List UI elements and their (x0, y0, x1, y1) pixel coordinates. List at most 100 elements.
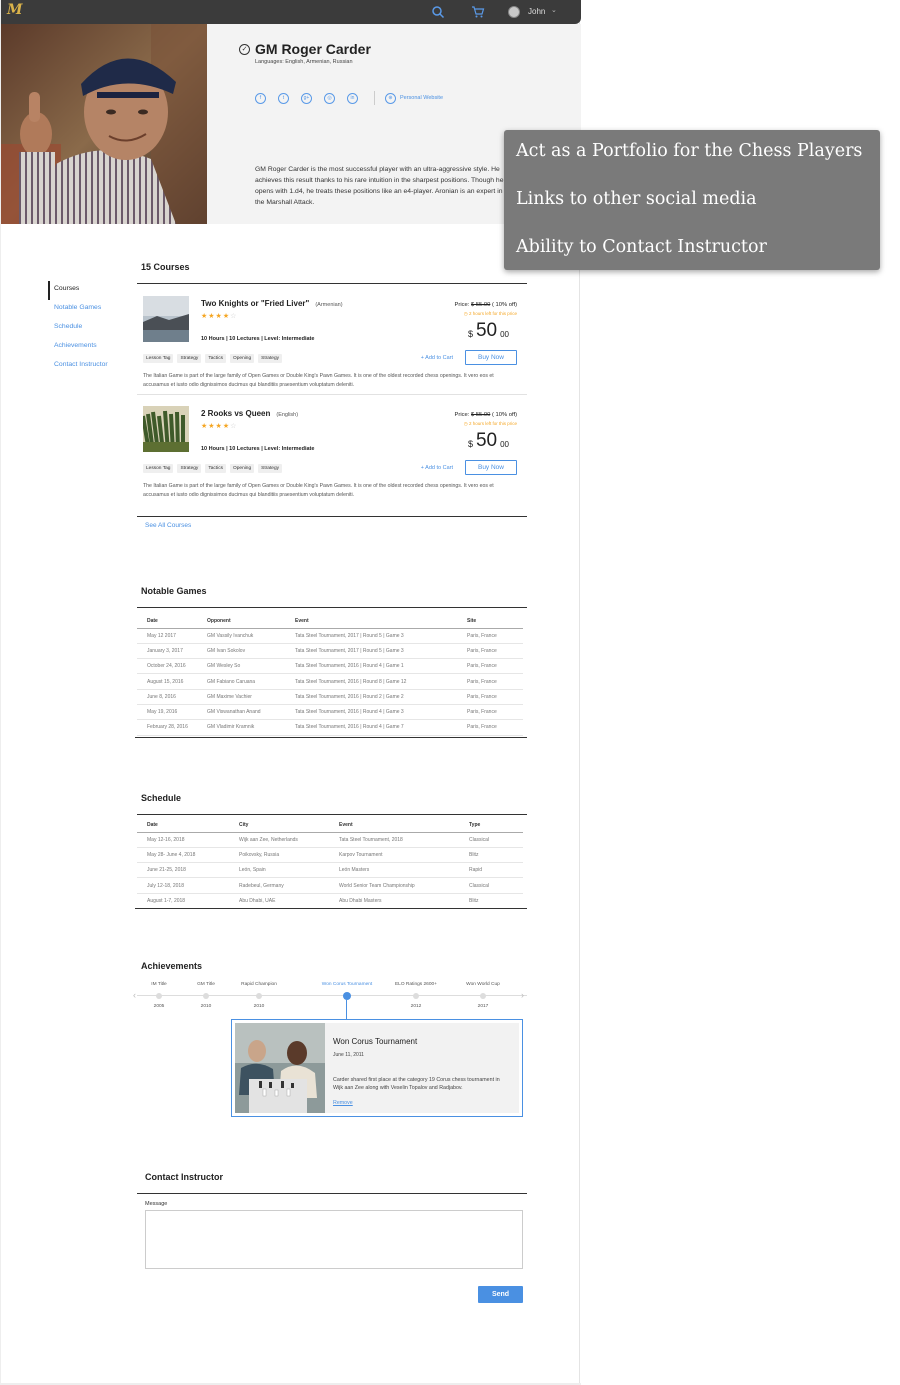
timeline-year: 2017 (477, 1004, 489, 1009)
buy-now-button[interactable]: Buy Now (465, 350, 517, 365)
instagram-icon[interactable]: ◎ (324, 92, 335, 104)
course-title[interactable]: Two Knights or "Fried Liver" (Armenian) (201, 299, 343, 308)
table-row: May 12 2017 GM Vassily Ivanchuk Tata Steel… (137, 628, 523, 644)
course-thumbnail[interactable] (143, 406, 189, 452)
google-plus-icon[interactable]: g+ (301, 92, 312, 104)
timeline-label: Rapid Champion (241, 982, 277, 987)
globe-icon[interactable]: ⊕ (385, 92, 396, 104)
facebook-icon[interactable]: f (255, 92, 266, 104)
timeline-item[interactable]: Won World Cup 2017 (448, 982, 518, 1009)
tag-chip[interactable]: Strategy (177, 464, 202, 473)
achievements-title: Achievements (141, 961, 203, 971)
column-header: Date (137, 818, 229, 833)
add-to-cart-link[interactable]: + Add to Cart (421, 355, 453, 361)
nav-courses[interactable]: Courses (48, 281, 108, 300)
achievement-photo (235, 1023, 325, 1113)
tag-chip[interactable]: Opening (230, 464, 255, 473)
table-row: February 28, 2016 GM Vladimir Kramnik Tata… (137, 719, 523, 736)
nav-schedule[interactable]: Schedule (48, 319, 108, 338)
table-cell: Paris, France (457, 719, 523, 736)
tag-chip[interactable]: Strategy (177, 354, 202, 363)
table-cell: August 1-7, 2018 (137, 893, 229, 909)
timeline-label: Won World Cup (466, 982, 500, 987)
brand-logo[interactable]: M (7, 2, 22, 18)
schedule-table: Date City Event Type May 12-16, 2018 Wijk… (137, 818, 523, 909)
timeline-dot[interactable] (256, 993, 262, 999)
tag-chip[interactable]: Strategy (258, 464, 283, 473)
see-all-courses-link[interactable]: See All Courses (145, 522, 191, 529)
timeline-dot[interactable] (480, 993, 486, 999)
star-rating: ★★★★☆ (201, 423, 238, 430)
timeline-dot[interactable] (413, 993, 419, 999)
callout-line: Act as a Portfolio for the Chess Players (516, 141, 863, 161)
user-name[interactable]: John (528, 7, 545, 16)
tag-chip[interactable]: Tactics (205, 464, 226, 473)
tag-chip[interactable]: Strategy (258, 354, 283, 363)
timeline-dot[interactable] (343, 992, 351, 1000)
message-input[interactable] (145, 1210, 523, 1269)
table-row: June 8, 2016 GM Maxime Vachier Tata Steel … (137, 689, 523, 705)
cart-icon[interactable] (471, 5, 485, 19)
social-divider (374, 91, 375, 105)
chevron-down-icon[interactable]: ⌄ (551, 6, 557, 14)
course-thumbnail[interactable] (143, 296, 189, 342)
table-cell: January 3, 2017 (137, 643, 197, 660)
table-header-row: Date Opponent Event Site (137, 614, 523, 629)
tag-chip[interactable]: Lesson Tag (143, 354, 174, 363)
search-icon[interactable] (431, 5, 445, 19)
table-cell: Paris, France (457, 673, 523, 690)
send-button[interactable]: Send (478, 1286, 523, 1303)
personal-website-link[interactable]: Personal Website (400, 95, 443, 101)
table-cell: GM Vladimir Kramnik (197, 719, 285, 736)
nav-contact-instructor[interactable]: Contact Instructor (48, 357, 108, 376)
timeline-next-icon[interactable]: › (521, 990, 524, 1000)
timeline-year: 2010 (253, 1004, 265, 1009)
tag-chip[interactable]: Lesson Tag (143, 464, 174, 473)
course-price: $50 00 (467, 430, 509, 451)
course-title[interactable]: 2 Rooks vs Queen (English) (201, 409, 298, 418)
message-label: Message (145, 1201, 168, 1207)
achievement-title: Won Corus Tournament (333, 1037, 418, 1046)
column-header: Site (457, 614, 523, 629)
twitter-icon[interactable]: t (278, 92, 289, 104)
nav-notable-games[interactable]: Notable Games (48, 300, 108, 319)
contact-title: Contact Instructor (145, 1172, 224, 1182)
table-cell: Paris, France (457, 658, 523, 675)
table-cell: Tata Steel Tournament, 2017 | Round 5 | … (285, 643, 457, 660)
timeline-item[interactable]: ELO Ratings 2600+ 2012 (381, 982, 451, 1009)
remove-achievement-link[interactable]: Remove (333, 1100, 353, 1106)
timeline-item[interactable]: Rapid Champion 2010 (224, 982, 294, 1009)
callout-line: Ability to Contact Instructor (516, 237, 767, 257)
table-row: May 12-16, 2018 Wijk aan Zee, Netherlands… (137, 832, 523, 848)
timeline-dot[interactable] (203, 993, 209, 999)
schedule-rule (137, 814, 527, 815)
timeline-label: ELO Ratings 2600+ (394, 982, 437, 987)
tag-chip[interactable]: Tactics (205, 354, 226, 363)
course-meta: 10 Hours | 10 Lectures | Level: Intermed… (201, 446, 315, 452)
instructor-photo (1, 24, 207, 224)
table-cell: Radebeul, Germany (229, 877, 329, 894)
table-cell: Abu Dhabi, UAE (229, 893, 329, 909)
column-header: Type (459, 818, 523, 833)
timeline-item[interactable]: Won Corus Tournament (312, 982, 382, 1005)
add-to-cart-link[interactable]: + Add to Cart (421, 465, 453, 471)
instructor-name-row: ✓ GM Roger Carder (239, 41, 371, 57)
column-header: Date (137, 614, 197, 629)
instructor-name: GM Roger Carder (255, 41, 371, 57)
table-cell: Tata Steel Tournament, 2016 | Round 4 | … (285, 704, 457, 721)
buy-now-button[interactable]: Buy Now (465, 460, 517, 475)
linkedin-icon[interactable]: in (347, 92, 358, 104)
table-row: January 3, 2017 GM Ivan Sokolov Tata Steel… (137, 643, 523, 660)
table-cell: GM Vassily Ivanchuk (197, 628, 285, 644)
nav-achievements[interactable]: Achievements (48, 338, 108, 357)
user-avatar[interactable] (508, 6, 520, 18)
tag-chip[interactable]: Opening (230, 354, 255, 363)
timeline-dot[interactable] (156, 993, 162, 999)
course-price: $50 00 (467, 320, 509, 341)
table-cell: February 28, 2016 (137, 719, 197, 736)
notable-games-table: Date Opponent Event Site May 12 2017 GM V… (137, 614, 523, 736)
offer-countdown: ◷ 2 hours left for this price (463, 311, 517, 316)
table-cell: León, Spain (229, 862, 329, 879)
table-cell: June 21-25, 2018 (137, 862, 229, 879)
table-cell: Karpov Tournament (329, 847, 459, 864)
